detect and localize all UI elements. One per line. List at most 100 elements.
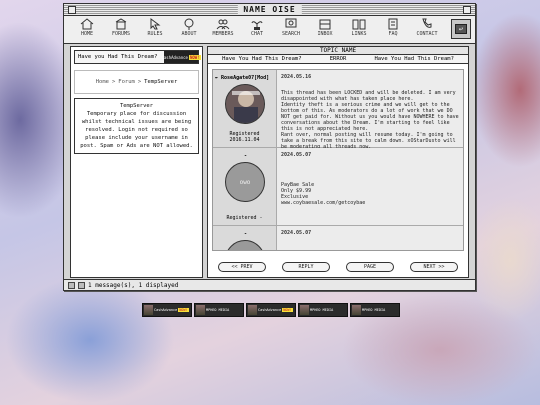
post-content: 2024.05.16 This thread has been LOCKED a… [277,70,463,150]
status-bar: 1 message(s), 1 displayed [64,279,475,290]
ad-text: CashAdvance [258,308,282,312]
thread-navigation: << PREV REPLY PAGE NEXT >> [212,262,464,274]
ad-photo [144,305,153,315]
toolbar-members[interactable]: MEMBERS [206,17,240,37]
toolbar-label: RULES [147,31,163,37]
thread-subtitle: Have You Had This Dream? [374,56,454,62]
browser-window: NAME OISE HOME FORUMS RULES ABOUT MEMBER… [63,3,476,291]
ad-badge: NOW! [282,308,293,312]
breadcrumb-home[interactable]: Home [96,79,109,85]
sidebar-header: Have you Had This Dream? CashAdvance NOW… [74,50,201,64]
post-content: 2024.05.07 PayBae Sale Only $9.99 Exclus… [277,148,463,225]
back-button[interactable]: ↩ [451,19,471,39]
ad-banner-strip: CashAdvance NOW! MPHEO MEDIA CashAdvance N… [142,303,400,317]
toolbar-label: SEARCH [281,31,301,37]
ad-photo [196,305,205,315]
thread-header: TOPIC NAME [208,47,468,55]
mail-status-icon [68,281,75,289]
thread-subheader: Have You Had This Dream? ERROR Have You … [208,55,468,64]
toolbar-label: CONTACT [416,31,438,37]
lock-status-icon [78,281,85,289]
username-text: RoseAgate07[Mod] [221,75,270,81]
home-icon [80,18,94,30]
ad-banner[interactable]: MPHEO MEDIA [194,303,244,317]
plant-icon [251,21,263,30]
window-title: NAME OISE [237,4,302,15]
ad-photo [300,305,309,315]
post-paragraph: This thread has been LOCKED and will be … [281,90,456,102]
ad-text: MPHEO MEDIA [310,308,334,312]
close-box[interactable] [68,6,76,14]
post-date: 2024.05.16 [281,74,312,80]
breadcrumb-forum[interactable]: Forum [118,79,135,85]
toolbar-links[interactable]: LINKS [342,17,376,37]
toolbar-forums[interactable]: FORUMS [104,17,138,37]
breadcrumb-current: TempServer [144,79,178,85]
post-body: This thread has been LOCKED and will be … [281,90,459,150]
breadcrumb-separator: > [111,79,116,85]
avatar-image [226,85,264,123]
post-username[interactable]: - [215,231,276,237]
toolbar-home[interactable]: HOME [70,17,104,37]
post-body: PayBae Sale Only $9.99 Exclusive www.coy… [281,182,459,206]
post-author: - [213,226,277,250]
ad-text: MPHEO MEDIA [206,308,230,312]
ad-badge: NOW! [188,54,201,60]
toolbar-contact[interactable]: CONTACT [410,17,444,37]
status-text: 1 message(s), 1 displayed [88,281,179,289]
ad-text: MPHEO MEDIA [362,308,386,312]
toolbar-faq[interactable]: FAQ [376,17,410,37]
next-button[interactable]: NEXT >> [410,262,458,272]
ad-photo [352,305,361,315]
ad-banner[interactable]: MPHEO MEDIA [298,303,348,317]
reply-button[interactable]: REPLY [282,262,330,272]
toolbar: HOME FORUMS RULES ABOUT MEMBERS CHAT SEA… [64,16,475,44]
toolbar-label: CHAT [250,31,264,37]
post-paragraph: www.coybaesale.com/getcoybae [281,200,366,206]
breadcrumb: Home > Forum > TempServer [74,70,199,94]
book-icon [352,19,366,30]
ad-banner[interactable]: CashAdvance NOW! [142,303,192,317]
post: ✒ RoseAgate07[Mod] Registered 2016.11.04… [213,70,463,150]
toolbar-label: FORUMS [111,31,131,37]
post-list[interactable]: ✒ RoseAgate07[Mod] Registered 2016.11.04… [212,69,464,251]
post-author: - owo Registered - [213,148,277,225]
thread-error: ERROR [329,56,347,62]
forum-title: TempServer [119,103,154,109]
sidebar-pane: Have you Had This Dream? CashAdvance NOW… [70,46,203,278]
ad-photo [248,305,257,315]
toolbar-about[interactable]: ABOUT [172,17,206,37]
post-registered: Registered - [226,215,263,221]
back-arrow-icon: ↩ [455,24,467,34]
post-paragraph: Identity theft is a serious crime and we… [281,102,459,132]
post-username[interactable]: ✒ RoseAgate07[Mod] [215,75,276,81]
note-icon [388,18,398,30]
toolbar-chat[interactable]: CHAT [240,17,274,37]
post-date: 2024.05.07 [281,152,312,158]
ad-banner[interactable]: CashAdvance NOW! [161,51,201,63]
title-bar[interactable]: NAME OISE [64,4,475,16]
prev-button[interactable]: << PREV [218,262,266,272]
post-username[interactable]: - [215,153,276,159]
toolbar-search[interactable]: SEARCH [274,17,308,37]
post: - 2024.05.07 [213,226,463,250]
forum-description: TempServer Temporary place for discussio… [74,98,199,154]
ad-banner[interactable]: CashAdvance NOW! [246,303,296,317]
mailbox-icon [319,19,331,30]
avatar [225,84,265,124]
magnifier-icon [285,18,297,28]
cursor-icon [150,18,161,30]
sidebar-header-title: Have you Had This Dream? [78,54,158,60]
page-button[interactable]: PAGE [346,262,394,272]
thread-subtitle: Have You Had This Dream? [222,56,302,62]
toolbar-label: HOME [80,31,94,37]
ad-banner[interactable]: MPHEO MEDIA [350,303,400,317]
avatar [225,240,265,250]
house-icon [115,18,127,30]
breadcrumb-separator: > [137,79,142,85]
toolbar-label: ABOUT [181,31,197,37]
zoom-box[interactable] [463,6,471,14]
toolbar-inbox[interactable]: INBOX [308,17,342,37]
avatar: owo [225,162,265,202]
toolbar-rules[interactable]: RULES [138,17,172,37]
